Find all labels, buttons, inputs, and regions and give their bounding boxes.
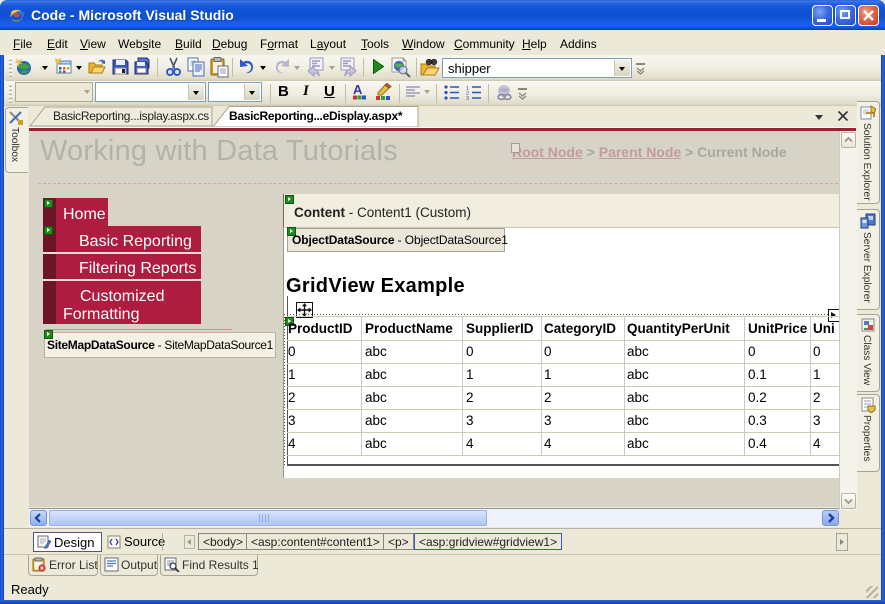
- svg-text:A: A: [353, 83, 363, 97]
- svg-text:3: 3: [466, 96, 469, 100]
